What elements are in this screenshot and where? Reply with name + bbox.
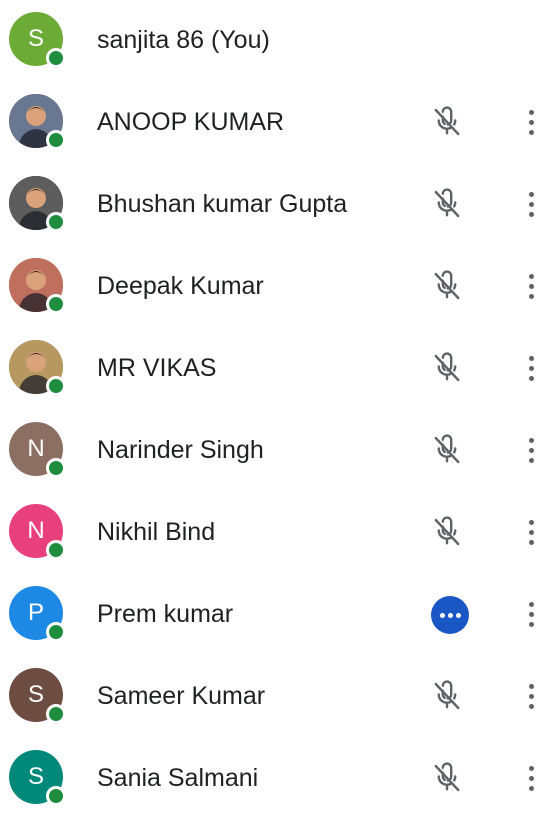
- more-options-icon[interactable]: [519, 598, 539, 632]
- online-status-dot: [46, 458, 66, 478]
- participant-row[interactable]: ANOOP KUMAR: [0, 82, 539, 164]
- participant-name: Sania Salmani: [97, 764, 259, 792]
- mic-off-icon: [434, 516, 460, 546]
- online-status-dot: [46, 540, 66, 560]
- participant-name: Prem kumar: [97, 600, 234, 628]
- online-status-dot: [46, 704, 66, 724]
- participant-row[interactable]: P Prem kumar: [0, 574, 539, 656]
- mic-off-icon: [434, 762, 460, 792]
- participant-name: sanjita 86 (You): [97, 26, 270, 54]
- participant-row[interactable]: S Sania Salmani: [0, 738, 539, 820]
- mic-off-icon: [434, 434, 460, 464]
- more-options-icon[interactable]: [519, 680, 539, 714]
- mic-off-icon: [434, 680, 460, 710]
- more-options-icon[interactable]: [519, 516, 539, 550]
- participant-row[interactable]: MR VIKAS: [0, 328, 539, 410]
- mic-off-icon: [434, 352, 460, 382]
- mic-off-icon: [434, 188, 460, 218]
- participant-list: S sanjita 86 (You) ANOOP KUMAR Bhushan k…: [0, 0, 539, 820]
- online-status-dot: [46, 212, 66, 232]
- participant-name: Nikhil Bind: [97, 518, 216, 546]
- online-status-dot: [46, 48, 66, 68]
- more-options-icon[interactable]: [519, 762, 539, 796]
- participant-row[interactable]: S Sameer Kumar: [0, 656, 539, 738]
- more-options-icon[interactable]: [519, 270, 539, 304]
- mic-off-icon: [434, 106, 460, 136]
- speaking-dots-icon: [431, 596, 469, 634]
- participant-row[interactable]: N Narinder Singh: [0, 410, 539, 492]
- more-options-icon[interactable]: [519, 188, 539, 222]
- participant-name: ANOOP KUMAR: [97, 108, 285, 136]
- participant-row[interactable]: Bhushan kumar Gupta: [0, 164, 539, 246]
- online-status-dot: [46, 786, 66, 806]
- online-status-dot: [46, 376, 66, 396]
- online-status-dot: [46, 294, 66, 314]
- participant-name: Bhushan kumar Gupta: [97, 190, 348, 218]
- participant-row[interactable]: S sanjita 86 (You): [0, 0, 539, 82]
- mic-off-icon: [434, 270, 460, 300]
- participant-name: Deepak Kumar: [97, 272, 264, 300]
- online-status-dot: [46, 130, 66, 150]
- more-options-icon[interactable]: [519, 352, 539, 386]
- participant-name: Sameer Kumar: [97, 682, 266, 710]
- online-status-dot: [46, 622, 66, 642]
- participant-row[interactable]: N Nikhil Bind: [0, 492, 539, 574]
- participant-name: Narinder Singh: [97, 436, 264, 464]
- participant-name: MR VIKAS: [97, 354, 217, 382]
- more-options-icon[interactable]: [519, 106, 539, 140]
- participant-row[interactable]: Deepak Kumar: [0, 246, 539, 328]
- more-options-icon[interactable]: [519, 434, 539, 468]
